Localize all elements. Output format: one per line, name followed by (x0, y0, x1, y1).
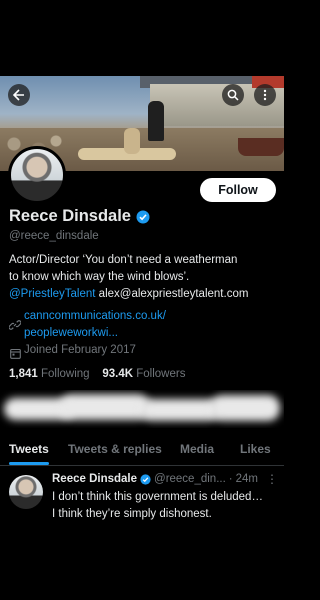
profile-tabs: Tweets Tweets & replies Media Likes (0, 436, 284, 464)
joined-date: Joined February 2017 (24, 344, 136, 356)
tweet-time: 24m (235, 473, 259, 485)
website-line[interactable]: canncommunications.co.uk/ (24, 308, 166, 325)
redacted-area (0, 390, 284, 428)
search-button[interactable] (222, 84, 244, 106)
banner-boat (238, 138, 284, 156)
follow-stats: 1,841 Following 93.4K Followers (9, 368, 185, 380)
tweet-avatar[interactable] (9, 475, 43, 509)
bio-email: alex@alexpriestleytalent.com (98, 288, 249, 300)
profile-bio: Actor/Director ‘You don’t need a weather… (9, 252, 277, 303)
tweet-header: Reece Dinsdale @reece_din... · 24m (52, 473, 280, 485)
tab-tweets-and-replies[interactable]: Tweets & replies (68, 442, 162, 456)
back-button[interactable] (8, 84, 30, 106)
tweet-author[interactable]: Reece Dinsdale (52, 473, 137, 485)
tweet-text-line: I think they’re simply dishonest. (52, 508, 212, 520)
tab-media[interactable]: Media (180, 442, 214, 456)
banner-person (148, 101, 164, 141)
bio-line: Actor/Director ‘You don’t need a weather… (9, 254, 238, 266)
back-arrow-icon (13, 89, 24, 101)
follow-button[interactable]: Follow (200, 178, 276, 202)
followers-label: Followers (136, 368, 186, 380)
profile-website-link[interactable]: canncommunications.co.uk/ peopleweworkwi… (24, 308, 166, 342)
banner-person (124, 128, 140, 154)
tab-tweets[interactable]: Tweets (9, 442, 49, 456)
tweet-separator: · (228, 473, 233, 485)
following-label: Following (40, 368, 90, 380)
more-button[interactable] (254, 84, 276, 106)
tweet-text[interactable]: I don’t think this government is deluded… (52, 489, 276, 523)
profile-name: Reece Dinsdale (9, 207, 150, 226)
tab-likes[interactable]: Likes (240, 442, 271, 456)
followers-stat[interactable]: 93.4K Followers (102, 368, 185, 380)
bio-mention-link[interactable]: @PriestleyTalent (9, 288, 95, 300)
verified-badge-icon (140, 473, 151, 485)
bio-line: to know which way the wind blows’. (9, 271, 190, 283)
tweet-text-line: I don’t think this government is deluded… (52, 491, 263, 503)
calendar-icon (9, 347, 21, 359)
tweet-handle: @reece_din... (154, 473, 226, 485)
tabs-divider (0, 465, 284, 466)
website-line[interactable]: peopleweworkwi... (24, 325, 166, 342)
following-stat[interactable]: 1,841 Following (9, 368, 90, 380)
top-black-area (0, 0, 284, 76)
more-vertical-icon (263, 89, 267, 101)
profile-name-text: Reece Dinsdale (9, 207, 131, 225)
profile-handle: @reece_dinsdale (9, 230, 99, 242)
link-icon (9, 319, 21, 331)
verified-badge-icon (136, 210, 150, 223)
search-icon (227, 89, 239, 101)
followers-count: 93.4K (102, 368, 134, 380)
following-count: 1,841 (9, 368, 38, 380)
tweet-more-icon[interactable]: ⋮ (266, 472, 278, 486)
profile-avatar[interactable] (8, 146, 66, 204)
